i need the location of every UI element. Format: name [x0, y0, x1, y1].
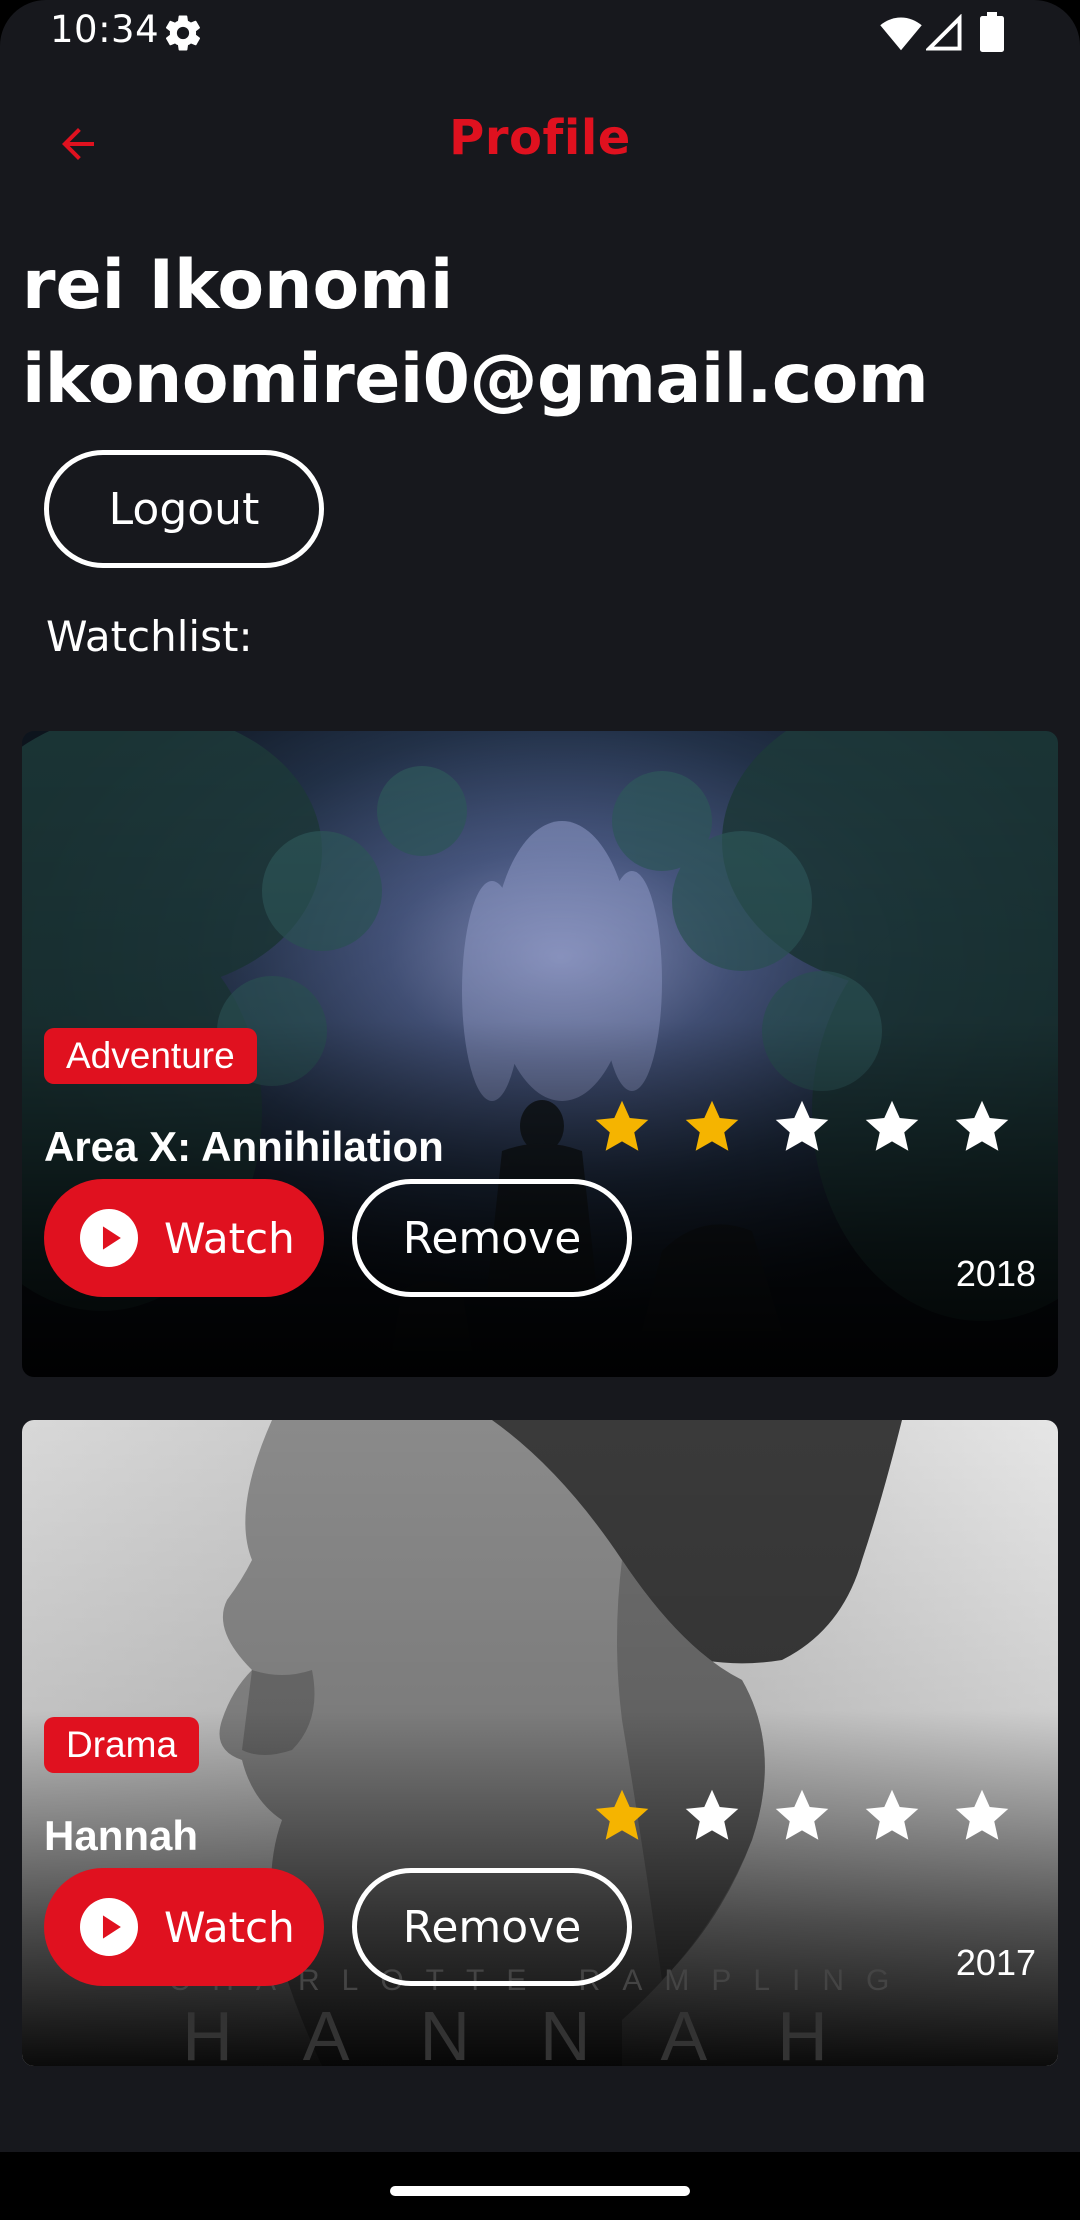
- star-empty-icon: [775, 1100, 829, 1151]
- watchlist-card[interactable]: Adventure Area X: Annihilation Watch Rem…: [22, 731, 1058, 1377]
- star-empty-icon: [865, 1100, 919, 1151]
- watch-label: Watch: [164, 1213, 295, 1263]
- genre-badge: Adventure: [44, 1028, 257, 1084]
- watchlist-card[interactable]: CHARLOTTE RAMPLING HANNAH Drama Hannah W…: [22, 1420, 1058, 2066]
- movie-year: 2018: [955, 1253, 1036, 1294]
- home-gesture-handle[interactable]: [390, 2186, 690, 2196]
- genre-badge: Drama: [44, 1717, 200, 1773]
- status-time: 10:34: [50, 8, 160, 51]
- settings-icon: [165, 15, 201, 51]
- star-empty-icon: [775, 1789, 829, 1840]
- star-filled-icon: [685, 1100, 739, 1151]
- rating-stars: [592, 1786, 1012, 1866]
- watch-button[interactable]: Watch: [44, 1179, 324, 1297]
- status-bar: 10:34: [0, 0, 1080, 66]
- remove-button[interactable]: Remove: [352, 1179, 632, 1297]
- movie-year: 2017: [955, 1942, 1036, 1983]
- svg-text:HANNAH: HANNAH: [182, 1997, 898, 2066]
- remove-button[interactable]: Remove: [352, 1868, 632, 1986]
- star-filled-icon: [595, 1789, 649, 1840]
- signal-icon: [926, 14, 962, 51]
- profile-screen: 10:34 Profile rei Ikonomi ikonomirei0@gm…: [0, 0, 1080, 2220]
- watch-label: Watch: [164, 1902, 295, 1952]
- movie-title: Area X: Annihilation: [44, 1123, 444, 1170]
- star-empty-icon: [955, 1789, 1009, 1840]
- movie-title: Hannah: [44, 1812, 199, 1859]
- star-empty-icon: [685, 1789, 739, 1840]
- user-email: ikonomirei0@gmail.com: [22, 340, 929, 419]
- star-filled-icon: [595, 1100, 649, 1151]
- play-icon: [80, 1209, 138, 1267]
- star-empty-icon: [955, 1100, 1009, 1151]
- watch-button[interactable]: Watch: [44, 1868, 324, 1986]
- play-icon: [80, 1898, 138, 1956]
- logout-button[interactable]: Logout: [44, 450, 324, 568]
- watchlist-label: Watchlist:: [46, 612, 253, 661]
- wifi-icon: [880, 17, 922, 51]
- rating-stars: [592, 1097, 1012, 1177]
- page-title: Profile: [449, 110, 631, 166]
- battery-icon: [980, 12, 1004, 52]
- user-name: rei Ikonomi: [22, 246, 454, 325]
- star-empty-icon: [865, 1789, 919, 1840]
